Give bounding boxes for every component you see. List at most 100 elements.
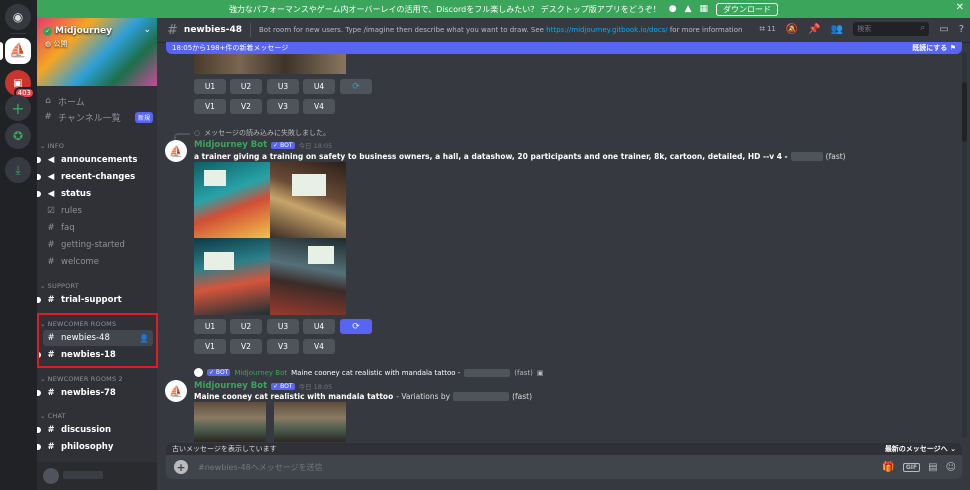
verified-icon: ✓ (43, 26, 52, 36)
close-banner-icon[interactable]: ✕ (956, 2, 964, 13)
midjourney-server-icon[interactable]: ⛵ (5, 38, 31, 64)
category-chat[interactable]: ⌄ CHAT (40, 412, 66, 420)
server-name-row: ✓ Midjourney (43, 26, 112, 36)
threads-icon[interactable]: ⌗ (759, 24, 765, 35)
message-composer[interactable]: + #newbies-48へメッセージを送信 🎁 GIF ▤ ☺ (166, 455, 962, 479)
channel-trial-support[interactable]: # trial-support (37, 292, 153, 308)
upscale-3-button[interactable]: U3 (267, 79, 299, 94)
channel-label: welcome (61, 257, 99, 267)
avatar[interactable] (43, 468, 59, 484)
scrollbar-thumb[interactable] (962, 82, 967, 142)
public-label: ◍ 公開 (45, 40, 68, 48)
reroll-button[interactable]: ⟳ (340, 79, 372, 94)
mute-bell-icon[interactable]: 🔕 (786, 24, 798, 35)
category-support[interactable]: ⌄ SUPPORT (40, 282, 79, 290)
jump-to-present-button[interactable]: 最新のメッセージへ ⌄ (885, 444, 956, 454)
android-icon: ▲ (684, 4, 692, 14)
screen-shape (308, 246, 334, 264)
hash-icon: # (47, 425, 55, 435)
upscale-1-button[interactable]: U1 (194, 319, 226, 334)
upscale-1-button[interactable]: U1 (194, 79, 226, 94)
prompt-text: a trainer giving a training on safety to… (194, 152, 788, 161)
reply-reference[interactable]: ✓ BOT Midjourney Bot Maine cooney cat re… (194, 368, 544, 377)
pin-icon[interactable]: 📌 (808, 24, 820, 35)
variation-3-button[interactable]: V3 (267, 339, 299, 354)
user-panel (37, 462, 157, 490)
variation-1-button[interactable]: V1 (194, 339, 226, 354)
channel-discussion[interactable]: # discussion (37, 422, 153, 438)
inbox-icon[interactable]: ▭ (939, 24, 948, 35)
server-icon-red[interactable]: ▣ 403 (5, 70, 35, 99)
upscale-4-button[interactable]: U4 (303, 319, 335, 334)
bot-badge: ✓ BOT (271, 141, 295, 149)
generated-image-partial[interactable] (194, 54, 346, 74)
member-list-icon[interactable]: 👥 (831, 24, 843, 35)
gift-icon[interactable]: 🎁 (882, 462, 894, 473)
channel-philosophy[interactable]: # philosophy (37, 439, 153, 455)
message-author[interactable]: Midjourney Bot (194, 381, 267, 391)
channel-label: trial-support (61, 295, 122, 305)
variation-1-button[interactable]: V1 (194, 99, 226, 114)
upscale-4-button[interactable]: U4 (303, 79, 335, 94)
channel-rules[interactable]: ☑ rules (43, 203, 153, 219)
gif-icon[interactable]: GIF (902, 462, 921, 472)
channel-title: newbies-48 (183, 25, 242, 35)
add-server-icon[interactable]: + (5, 95, 31, 121)
variation-4-button[interactable]: V4 (303, 339, 335, 354)
topic-link[interactable]: https://midjourney.gitbook.io/docs/ (546, 26, 667, 34)
download-apps-icon[interactable]: ⤓ (5, 157, 31, 183)
nav-home[interactable]: ⌂ ホーム (43, 93, 153, 109)
channel-welcome[interactable]: # welcome (43, 254, 153, 270)
upscale-2-button[interactable]: U2 (230, 79, 262, 94)
channel-faq[interactable]: # faq (43, 220, 153, 236)
channel-label: newbies-78 (61, 388, 116, 398)
variation-2-button[interactable]: V2 (230, 339, 262, 354)
mark-read-button[interactable]: 既読にする ⚑ (912, 43, 956, 53)
channel-label: status (61, 189, 92, 199)
refresh-icon: ⟳ (352, 81, 360, 92)
channel-recent-changes[interactable]: ◀ recent-changes (37, 169, 153, 185)
variation-4-button[interactable]: V4 (303, 99, 335, 114)
server-header[interactable]: ✓ Midjourney ◍ 公開 ⌄ (37, 18, 157, 86)
hash-icon: # (47, 257, 55, 267)
bot-avatar[interactable]: ⛵ (165, 380, 187, 402)
message-input[interactable]: #newbies-48へメッセージを送信 (198, 462, 323, 473)
help-icon[interactable]: ? (959, 24, 964, 35)
search-input[interactable]: 検索 (853, 22, 930, 36)
new-badge: 新規 (134, 111, 153, 123)
bot-avatar[interactable]: ⛵ (165, 140, 187, 162)
new-messages-bar[interactable]: 18:05から198+件の新着メッセージ 既読にする ⚑ (166, 42, 962, 54)
category-newcomer2-label: NEWCOMER ROOMS 2 (47, 375, 123, 383)
channel-getting-started[interactable]: # getting-started (43, 237, 153, 253)
variation-2-button[interactable]: V2 (230, 99, 262, 114)
home-icon: ⌂ (45, 96, 51, 106)
category-chevron-icon: ⌄ (40, 142, 46, 150)
message-author[interactable]: Midjourney Bot (194, 140, 267, 150)
upscale-3-button[interactable]: U3 (267, 319, 299, 334)
chevron-down-icon[interactable]: ⌄ (143, 25, 151, 35)
generated-image-grid[interactable] (194, 162, 346, 315)
scrollbar[interactable] (962, 52, 967, 438)
reply-reference[interactable]: ◌ メッセージの読み込みに失敗しました。 (174, 128, 330, 141)
variation-images[interactable] (194, 402, 346, 442)
variations-label: - Variations by (396, 392, 451, 401)
sticker-icon[interactable]: ▤ (928, 462, 937, 473)
upscale-2-button[interactable]: U2 (230, 319, 262, 334)
channel-status[interactable]: ◀ status (37, 186, 153, 202)
download-button[interactable]: ダウンロード (716, 2, 779, 16)
upload-plus-icon[interactable]: + (174, 460, 188, 474)
cat-image-2 (274, 402, 346, 442)
reroll-button[interactable]: ⟳ (340, 319, 372, 334)
blurred-username (63, 471, 103, 479)
emoji-icon[interactable]: ☺ (946, 462, 956, 473)
hash-icon: # (44, 112, 52, 122)
reply-speed: (fast) (514, 368, 533, 377)
variation-3-button[interactable]: V3 (267, 99, 299, 114)
explore-compass-icon[interactable]: ✪ (5, 123, 31, 149)
category-newcomer-rooms-2[interactable]: ⌄ NEWCOMER ROOMS 2 (40, 375, 123, 383)
channel-newbies-78[interactable]: # newbies-78 (37, 385, 153, 401)
discord-home-icon[interactable]: ◉ (5, 4, 31, 30)
nav-channel-list[interactable]: # チャンネル一覧 新規 (43, 109, 153, 125)
category-info[interactable]: ⌄ INFO (40, 142, 64, 150)
channel-announcements[interactable]: ◀ announcements (37, 152, 153, 168)
